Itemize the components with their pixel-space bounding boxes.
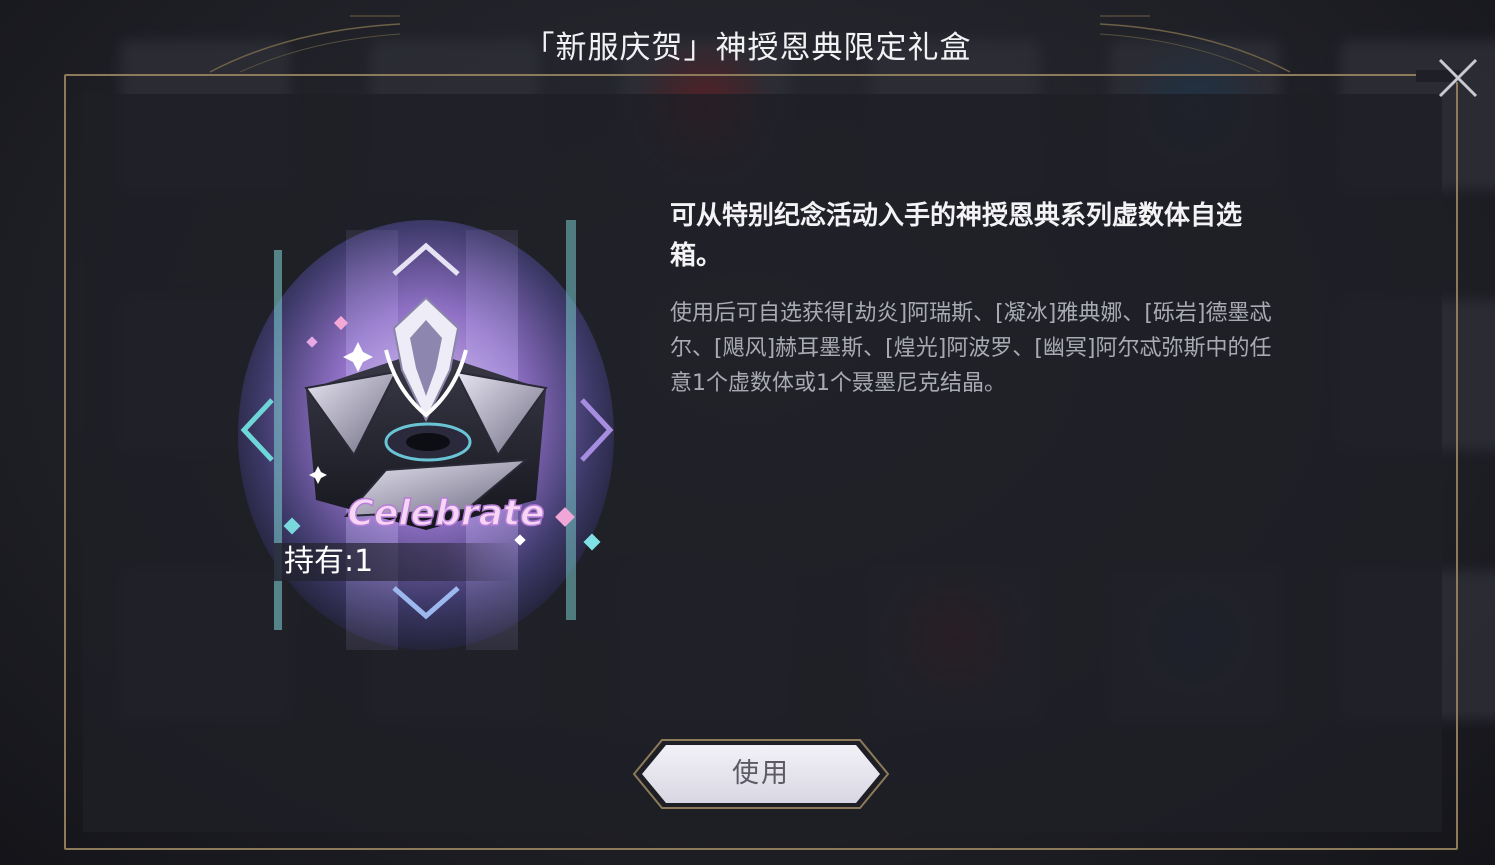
dialog-title: 「新服庆贺」神授恩典限定礼盒 [523,30,972,66]
item-headline: 可从特别纪念活动入手的神授恩典系列虚数体自选箱。 [670,201,1243,271]
item-description: 使用后可自选获得[劫炎]阿瑞斯、[凝冰]雅典娜、[砾岩]德墨忒尔、[飓风]赫耳墨… [670,301,1272,396]
game-screen: 「新服庆贺」神授恩典限定礼盒 Celebrate 持有:1 可从特别纪念活动入手… [0,0,1495,865]
use-button[interactable]: 使用 [632,737,890,811]
gift-box-icon: Celebrate [238,220,614,650]
use-button-label: 使用 [732,758,790,789]
item-icon-container: Celebrate [236,220,618,660]
celebrate-text: Celebrate [347,493,544,534]
close-button[interactable] [1436,56,1480,100]
hold-count: 持有:1 [274,543,516,581]
close-icon [1438,58,1478,98]
